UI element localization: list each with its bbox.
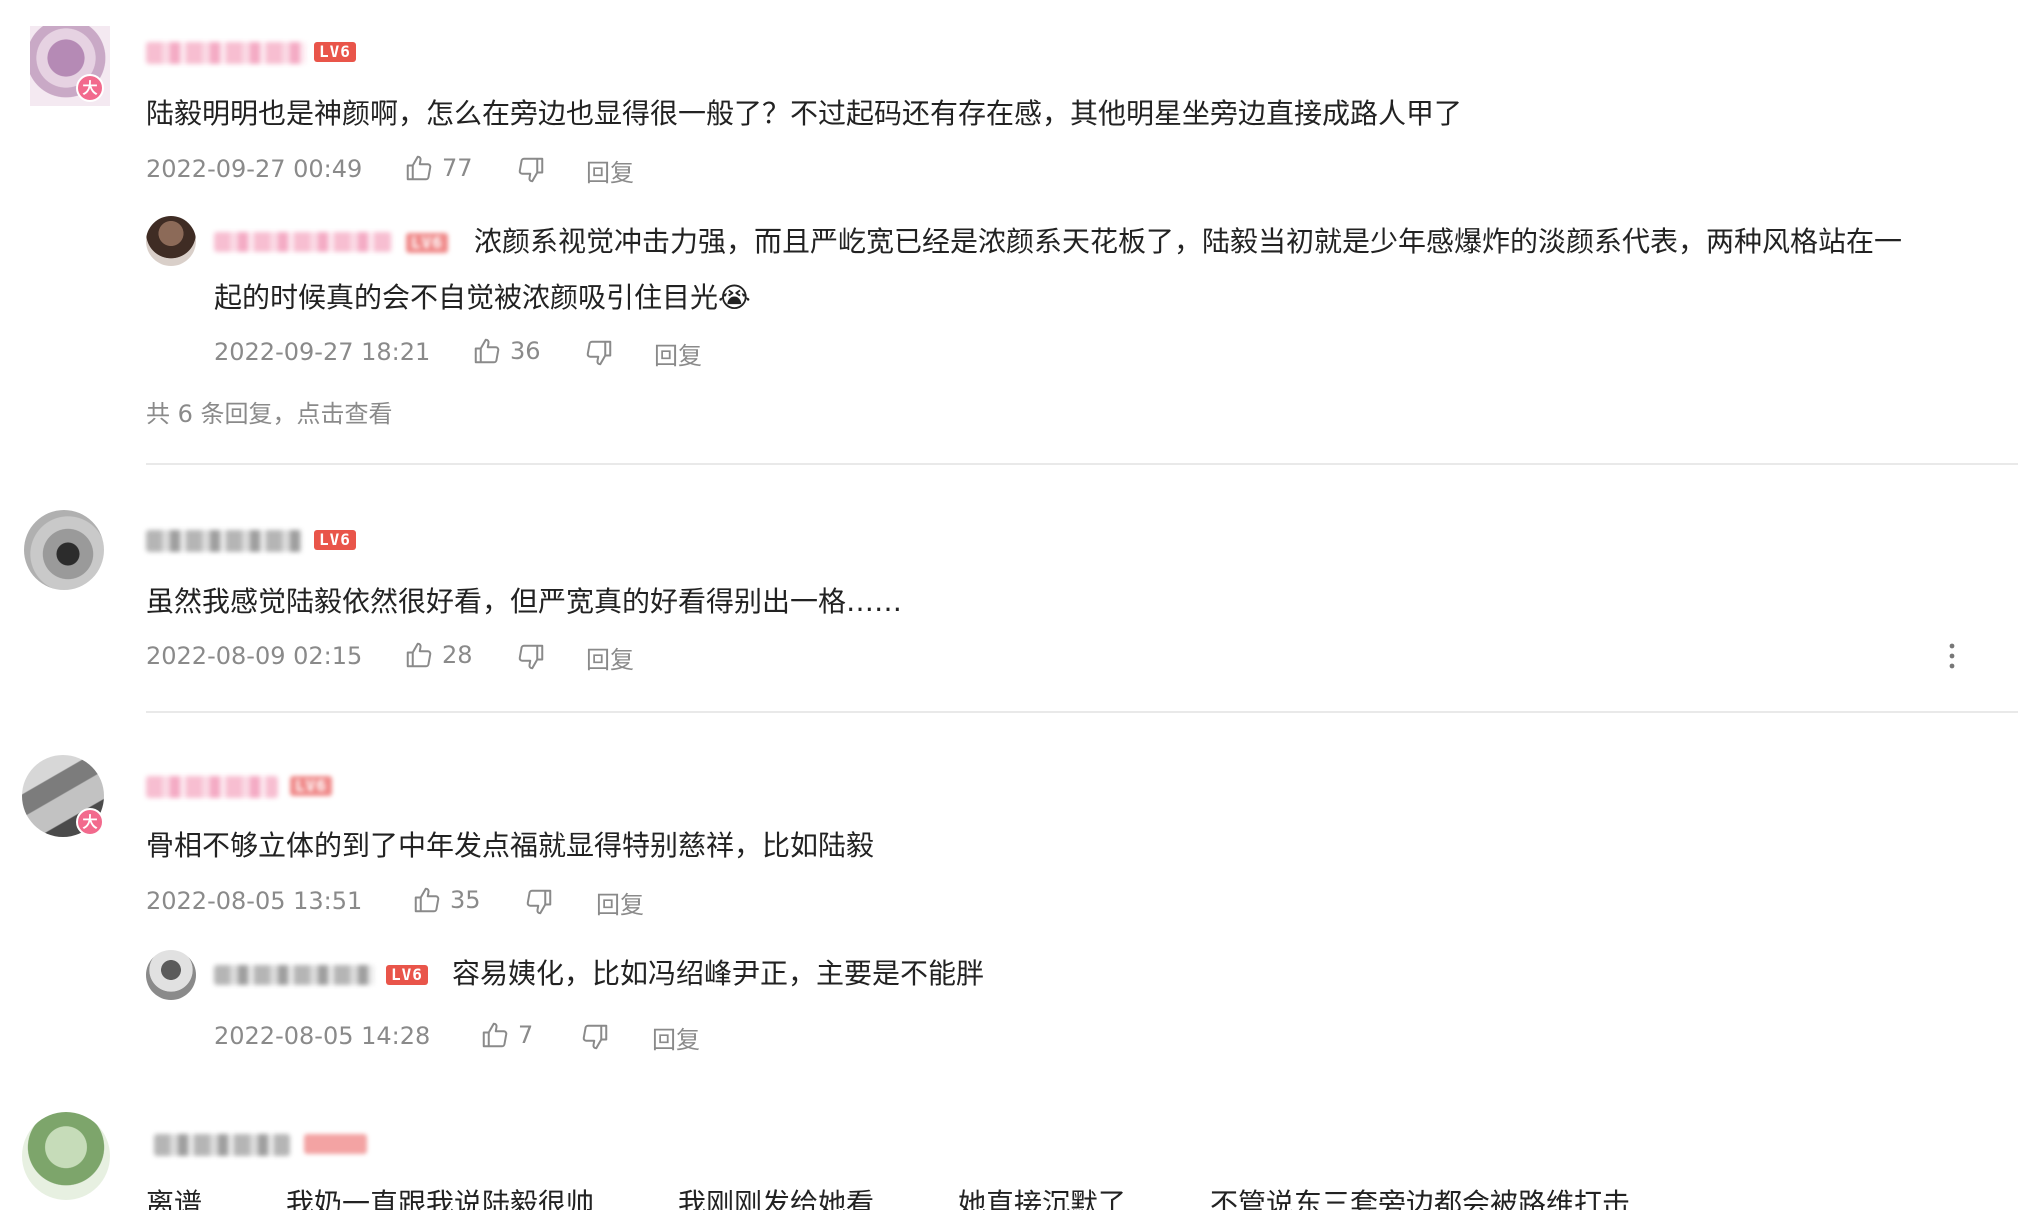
like-count: 36 [510, 337, 541, 365]
level-badge [304, 1134, 368, 1154]
reply-button[interactable]: 回复 [652, 1020, 700, 1055]
vip-badge: 大 [76, 808, 104, 836]
dislike-button[interactable] [580, 1022, 610, 1052]
like-count: 28 [442, 641, 473, 669]
reply-text: 容易姨化，比如冯绍峰尹正，主要是不能胖 [452, 957, 985, 990]
view-more-replies-link[interactable]: 共 6 条回复，点击查看 [146, 398, 393, 430]
like-button[interactable]: 36 [472, 336, 541, 366]
thumbs-down-icon [524, 887, 554, 917]
avatar[interactable] [24, 510, 104, 590]
crying-emoji-icon: 😭 [718, 281, 751, 314]
thumbs-up-icon [404, 153, 434, 183]
level-badge: LV6 [406, 233, 448, 253]
reply-button[interactable]: 回复 [654, 336, 702, 371]
vip-badge: 大 [76, 74, 104, 102]
comment-text: 离谱 我奶一直跟我说陆毅很帅 我刚刚发给她看 她直接沉默了 不管说东三套旁边都会… [146, 1188, 1631, 1210]
level-badge: LV6 [314, 530, 356, 550]
like-count: 77 [442, 154, 473, 182]
thumbs-up-icon [404, 640, 434, 670]
more-vertical-icon[interactable] [1948, 642, 1956, 670]
username-blurred[interactable] [146, 776, 278, 798]
username-blurred[interactable] [214, 232, 392, 252]
thumbs-up-icon [480, 1020, 510, 1050]
dislike-button[interactable] [516, 155, 546, 185]
level-badge: LV6 [386, 965, 428, 985]
avatar[interactable] [146, 950, 196, 1000]
like-button[interactable]: 7 [480, 1020, 533, 1050]
comment-time: 2022-08-05 13:51 [146, 887, 363, 915]
comment-text: 虽然我感觉陆毅依然很好看，但严宽真的好看得别出一格…… [146, 585, 903, 618]
divider [146, 711, 2018, 713]
divider [146, 463, 2018, 465]
reply-button[interactable]: 回复 [596, 885, 644, 920]
comment-time: 2022-08-09 02:15 [146, 642, 363, 670]
level-badge: LV6 [290, 776, 332, 796]
username-blurred[interactable] [146, 42, 306, 64]
reply-text: 起的时候真的会不自觉被浓颜吸引住目光😭 [214, 281, 751, 314]
username-blurred[interactable] [214, 965, 374, 985]
username-blurred[interactable] [154, 1134, 290, 1156]
thumbs-up-icon [472, 336, 502, 366]
like-count: 35 [450, 886, 481, 914]
reply-time: 2022-09-27 18:21 [214, 338, 431, 366]
comment-text: 陆毅明明也是神颜啊，怎么在旁边也显得很一般了？不过起码还有存在感，其他明星坐旁边… [146, 97, 1463, 130]
reply-text: 浓颜系视觉冲击力强，而且严屹宽已经是浓颜系天花板了，陆毅当初就是少年感爆炸的淡颜… [474, 225, 1903, 258]
thumbs-down-icon [516, 155, 546, 185]
reply-button[interactable]: 回复 [586, 153, 634, 188]
like-button[interactable]: 35 [412, 885, 481, 915]
dislike-button[interactable] [516, 642, 546, 672]
avatar[interactable] [22, 1112, 110, 1200]
level-badge: LV6 [314, 42, 356, 62]
like-button[interactable]: 28 [404, 640, 473, 670]
comment-time: 2022-09-27 00:49 [146, 155, 363, 183]
like-count: 7 [518, 1021, 534, 1049]
thumbs-down-icon [516, 642, 546, 672]
thumbs-down-icon [584, 338, 614, 368]
comment-text: 骨相不够立体的到了中年发点福就显得特别慈祥，比如陆毅 [146, 829, 875, 862]
thumbs-down-icon [580, 1022, 610, 1052]
thumbs-up-icon [412, 885, 442, 915]
avatar[interactable] [146, 216, 196, 266]
reply-time: 2022-08-05 14:28 [214, 1022, 431, 1050]
dislike-button[interactable] [524, 887, 554, 917]
reply-button[interactable]: 回复 [586, 640, 634, 675]
username-blurred[interactable] [146, 530, 302, 552]
dislike-button[interactable] [584, 338, 614, 368]
like-button[interactable]: 77 [404, 153, 473, 183]
